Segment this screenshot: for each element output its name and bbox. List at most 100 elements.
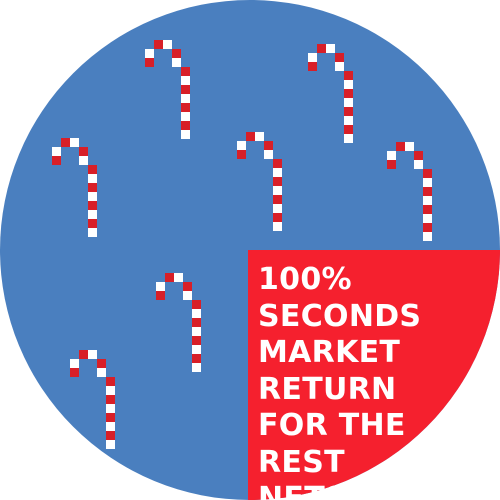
candy-cane-segment <box>154 40 163 49</box>
candy-cane-segment <box>106 440 115 449</box>
candy-cane-segment <box>88 165 97 174</box>
candy-cane-segment <box>273 195 282 204</box>
candy-cane-segment <box>79 350 88 359</box>
candy-cane-segment <box>70 138 79 147</box>
candy-cane-segment <box>273 222 282 231</box>
candy-cane-segment <box>344 107 353 116</box>
candy-cane-segment <box>181 130 190 139</box>
candy-cane-icon <box>387 142 432 241</box>
promo-line-2: SECONDS <box>258 298 422 334</box>
candy-cane-segment <box>423 169 432 178</box>
candy-cane-segment <box>192 309 201 318</box>
candy-cane-icon <box>156 273 201 372</box>
promo-badge: 100% SECONDS MARKET RETURN FOR THE REST … <box>0 0 500 500</box>
candy-cane-segment <box>423 214 432 223</box>
candy-cane-segment <box>181 112 190 121</box>
candy-cane-segment <box>264 150 273 159</box>
candy-cane-icon <box>52 138 97 237</box>
candy-cane-segment <box>106 413 115 422</box>
candy-cane-segment <box>106 404 115 413</box>
candy-cane-segment <box>181 121 190 130</box>
candy-cane-segment <box>273 177 282 186</box>
candy-cane-segment <box>97 359 106 368</box>
candy-cane-segment <box>414 160 423 169</box>
candy-cane-segment <box>145 49 154 58</box>
promo-line-1: 100% <box>258 262 352 297</box>
candy-cane-segment <box>183 291 192 300</box>
candy-cane-segment <box>70 368 79 377</box>
candy-cane-segment <box>273 213 282 222</box>
candy-cane-segment <box>237 150 246 159</box>
candy-cane-segment <box>183 282 192 291</box>
candy-cane-segment <box>52 156 61 165</box>
candy-cane-segment <box>106 422 115 431</box>
candy-cane-segment <box>423 232 432 241</box>
candy-cane-segment <box>423 187 432 196</box>
promo-line-4: RETURN <box>258 371 397 407</box>
candy-cane-segment <box>326 44 335 53</box>
candy-cane-segment <box>52 147 61 156</box>
candy-cane-segment <box>156 282 165 291</box>
promo-line-7: NFTS! <box>258 481 361 500</box>
candy-cane-segment <box>273 159 282 168</box>
candy-cane-segment <box>423 205 432 214</box>
candy-cane-segment <box>163 40 172 49</box>
candy-cane-segment <box>106 386 115 395</box>
candy-cane-segment <box>88 174 97 183</box>
candy-cane-segment <box>423 178 432 187</box>
candy-cane-segment <box>88 350 97 359</box>
candy-cane-segment <box>396 142 405 151</box>
candy-cane-segment <box>308 62 317 71</box>
promo-line-5: FOR THE <box>258 408 406 443</box>
promo-headline: 100% SECONDS MARKET RETURN FOR THE REST … <box>258 262 493 500</box>
candy-cane-segment <box>61 138 70 147</box>
candy-cane-segment <box>387 160 396 169</box>
candy-cane-segment <box>344 89 353 98</box>
candy-cane-segment <box>344 80 353 89</box>
candy-cane-segment <box>308 53 317 62</box>
candy-cane-segment <box>423 196 432 205</box>
candy-cane-segment <box>192 354 201 363</box>
candy-cane-segment <box>172 49 181 58</box>
promo-line-6: REST <box>258 444 345 480</box>
candy-cane-segment <box>344 134 353 143</box>
candy-cane-segment <box>172 58 181 67</box>
candy-cane-segment <box>106 395 115 404</box>
candy-cane-segment <box>192 300 201 309</box>
candy-cane-segment <box>181 94 190 103</box>
candy-cane-segment <box>192 318 201 327</box>
candy-cane-segment <box>344 125 353 134</box>
candy-cane-segment <box>88 201 97 210</box>
candy-cane-icon <box>237 132 282 231</box>
candy-cane-segment <box>344 71 353 80</box>
candy-cane-segment <box>88 183 97 192</box>
candy-cane-segment <box>174 273 183 282</box>
candy-cane-segment <box>181 103 190 112</box>
candy-cane-segment <box>88 228 97 237</box>
candy-cane-segment <box>88 192 97 201</box>
candy-cane-segment <box>192 363 201 372</box>
candy-cane-segment <box>156 291 165 300</box>
candy-cane-segment <box>264 141 273 150</box>
candy-cane-segment <box>97 368 106 377</box>
candy-cane-segment <box>79 147 88 156</box>
candy-cane-segment <box>273 204 282 213</box>
candy-cane-segment <box>405 142 414 151</box>
candy-cane-segment <box>423 223 432 232</box>
candy-cane-segment <box>335 62 344 71</box>
candy-cane-segment <box>335 53 344 62</box>
candy-cane-segment <box>246 132 255 141</box>
candy-cane-segment <box>181 85 190 94</box>
candy-cane-segment <box>255 132 264 141</box>
candy-cane-segment <box>273 186 282 195</box>
candy-cane-segment <box>317 44 326 53</box>
promo-line-3: MARKET <box>258 335 401 370</box>
candy-cane-segment <box>79 156 88 165</box>
candy-cane-segment <box>237 141 246 150</box>
candy-cane-segment <box>192 327 201 336</box>
candy-cane-segment <box>88 210 97 219</box>
candy-cane-segment <box>192 345 201 354</box>
candy-cane-segment <box>88 219 97 228</box>
candy-cane-icon <box>308 44 353 143</box>
candy-cane-icon <box>145 40 190 139</box>
